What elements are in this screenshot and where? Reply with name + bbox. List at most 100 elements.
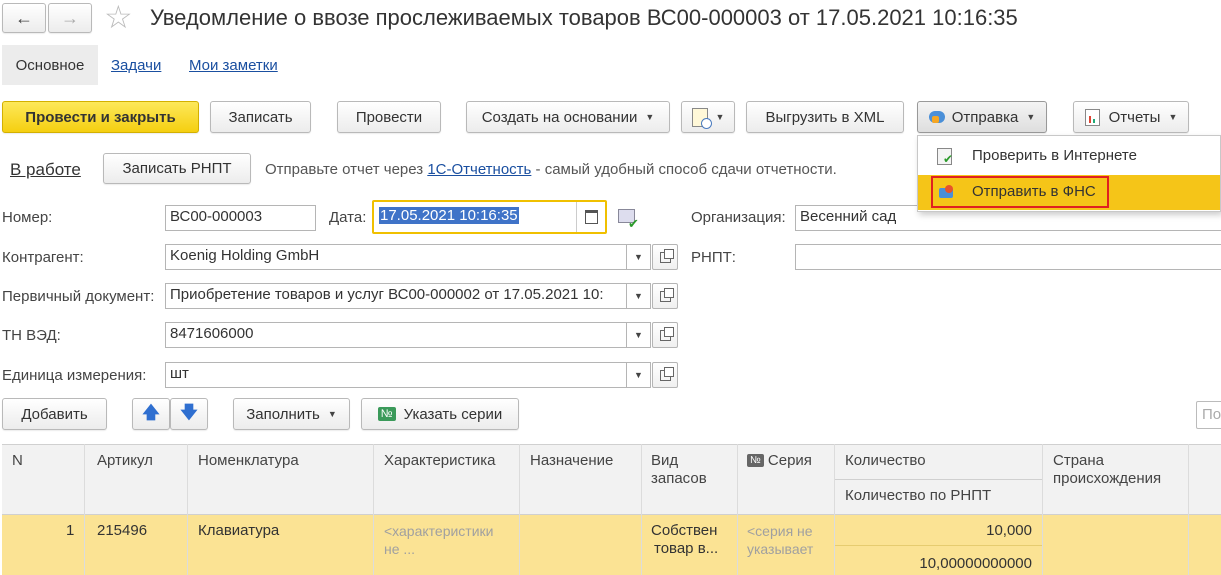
document-state-link[interactable]: В работе (10, 160, 81, 180)
send-menu-button[interactable]: Отправка ▼ (917, 101, 1047, 133)
date-field[interactable]: 17.05.2021 10:16:35 (372, 200, 607, 234)
fill-label: Заполнить (246, 405, 320, 423)
create-based-on-button[interactable]: Создать на основании ▼ (466, 101, 670, 133)
counterparty-dropdown[interactable]: ▼ (627, 244, 651, 270)
counterparty-field[interactable]: Koenig Holding GmbH (165, 244, 627, 270)
dropdown-arrow-icon: ▼ (1026, 112, 1036, 122)
col-header-quantity[interactable]: Количество (845, 452, 926, 469)
col-header-n[interactable]: N (12, 452, 23, 469)
tnved-dropdown[interactable]: ▼ (627, 322, 651, 348)
quantity-row-divider (835, 545, 1042, 546)
calendar-icon (584, 210, 598, 224)
post-label: Провести (355, 108, 423, 126)
add-row-button[interactable]: Добавить (2, 398, 107, 430)
dropdown-arrow-icon: ▼ (715, 112, 725, 122)
dropdown-arrow-icon: ▼ (1168, 112, 1178, 122)
col-header-country[interactable]: Страна происхождения (1053, 452, 1161, 488)
export-xml-button[interactable]: Выгрузить в XML (746, 101, 904, 133)
column-divider (641, 444, 642, 575)
menu-item-check-internet[interactable]: ✔ Проверить в Интернете (918, 140, 1220, 173)
tnved-field[interactable]: 8471606000 (165, 322, 627, 348)
col-header-characteristic[interactable]: Характеристика (384, 452, 496, 469)
menu-item-check-internet-label: Проверить в Интернете (972, 147, 1137, 164)
column-divider (737, 444, 738, 575)
reports-label: Отчеты (1108, 108, 1161, 126)
back-arrow-icon: ← (15, 7, 33, 28)
tab-tasks[interactable]: Задачи (111, 57, 161, 74)
tnved-open-button[interactable] (652, 322, 678, 348)
open-form-icon (659, 366, 674, 381)
fill-button[interactable]: Заполнить ▼ (233, 398, 350, 430)
col-header-stock-type[interactable]: Вид запасов (651, 452, 707, 488)
send-fns-icon (939, 185, 956, 198)
unit-field[interactable]: шт (165, 362, 627, 388)
menu-item-send-fns-label: Отправить в ФНС (972, 183, 1096, 200)
row-series-line1: <серия не (747, 523, 813, 539)
reporting-hint: Отправьте отчет через 1С-Отчетность - са… (265, 161, 837, 178)
send-label: Отправка (951, 108, 1019, 126)
post-and-close-button[interactable]: Провести и закрыть (2, 101, 199, 133)
reporting-hint-prefix: Отправьте отчет через (265, 161, 428, 178)
back-button[interactable]: ← (2, 3, 46, 33)
check-document-icon[interactable]: ✔ (618, 207, 640, 231)
col-header-article[interactable]: Артикул (97, 452, 153, 469)
create-based-on-label: Создать на основании (481, 108, 638, 126)
favorite-star-icon[interactable]: ☆ (104, 0, 133, 36)
reports-menu-button[interactable]: Отчеты ▼ (1073, 101, 1189, 133)
counterparty-open-button[interactable] (652, 244, 678, 270)
unit-label: Единица измерения: (2, 367, 147, 384)
col-header-stock-type-line2: запасов (651, 470, 707, 487)
row-stock-type: Собствен товар в... (651, 522, 718, 558)
send-dropdown-menu: ✔ Проверить в Интернете Отправить в ФНС (917, 135, 1221, 212)
forward-button[interactable]: → (48, 3, 92, 33)
quantity-subheader-divider (835, 479, 1042, 480)
primary-document-dropdown[interactable]: ▼ (627, 283, 651, 309)
unit-open-button[interactable] (652, 362, 678, 388)
save-label: Записать (228, 108, 293, 126)
tab-main-label: Основное (15, 56, 85, 74)
tab-main[interactable]: Основное (2, 45, 98, 85)
move-up-button[interactable]: 🡅 (132, 398, 170, 430)
primary-document-field[interactable]: Приобретение товаров и услуг ВС00-000002… (165, 283, 627, 309)
number-sign-icon: № (747, 454, 764, 467)
save-button[interactable]: Записать (210, 101, 311, 133)
column-divider (519, 444, 520, 575)
send-cloud-icon (928, 111, 945, 123)
table-search-input[interactable]: По (1196, 401, 1221, 429)
write-rnpt-button[interactable]: Записать РНПТ (103, 153, 251, 184)
primary-document-open-button[interactable] (652, 283, 678, 309)
row-nomenclature: Клавиатура (198, 522, 280, 539)
organization-label: Организация: (691, 209, 786, 226)
tab-notes[interactable]: Мои заметки (189, 57, 278, 74)
col-header-quantity-rnpt[interactable]: Количество по РНПТ (845, 487, 991, 504)
specify-series-button[interactable]: № Указать серии (361, 398, 519, 430)
rnpt-field[interactable] (795, 244, 1221, 270)
reporting-service-link[interactable]: 1С-Отчетность (427, 161, 531, 178)
dropdown-arrow-icon: ▼ (645, 112, 655, 122)
row-number: 1 (66, 522, 75, 539)
row-characteristic-line1: <характеристики (384, 523, 494, 539)
number-sign-icon: № (377, 407, 396, 421)
export-xml-label: Выгрузить в XML (765, 108, 885, 126)
row-series-line2: указывает (747, 541, 814, 557)
col-header-country-line1: Страна (1053, 452, 1105, 469)
post-button[interactable]: Провести (337, 101, 441, 133)
open-form-icon (659, 326, 674, 341)
col-header-series[interactable]: № Серия (747, 452, 812, 469)
row-article: 215496 (97, 522, 148, 539)
move-down-button[interactable]: 🡇 (170, 398, 208, 430)
col-header-nomenclature[interactable]: Номенклатура (198, 452, 299, 469)
menu-item-send-fns[interactable]: Отправить в ФНС (918, 175, 1220, 210)
rnpt-label: РНПТ: (691, 249, 736, 266)
unit-dropdown[interactable]: ▼ (627, 362, 651, 388)
number-field[interactable]: ВС00-000003 (165, 205, 316, 231)
col-header-purpose[interactable]: Назначение (530, 452, 613, 469)
print-menu-button[interactable]: ▼ (681, 101, 735, 133)
table-search-placeholder: По (1202, 406, 1221, 423)
row-quantity-rnpt: 10,00000000000 (919, 555, 1032, 572)
row-series: <серия не указывает (747, 522, 813, 558)
forward-arrow-icon: → (61, 7, 79, 28)
column-divider (1042, 444, 1043, 575)
calendar-button[interactable] (576, 202, 605, 232)
date-label: Дата: (329, 209, 367, 226)
